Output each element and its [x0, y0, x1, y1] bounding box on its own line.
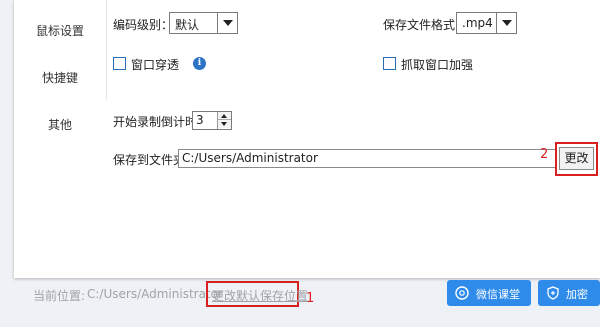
wechat-classroom-button[interactable]: 微信课堂 [447, 280, 531, 306]
annotation-number-2: 2 [540, 147, 549, 162]
capture-enhance-label: 抓取窗口加强 [401, 58, 474, 72]
encrypt-label: 加密 [566, 288, 588, 301]
stepper-controls[interactable] [217, 112, 231, 129]
chevron-down-icon[interactable] [218, 120, 231, 128]
chevron-up-icon[interactable] [218, 112, 231, 120]
chevron-down-icon[interactable] [217, 13, 237, 33]
capture-enhance-checkbox[interactable] [383, 57, 396, 70]
change-default-location-link[interactable]: 更改默认保存位置 [212, 287, 308, 304]
current-location-path: C:/Users/Administrator [87, 287, 223, 301]
divider [106, 0, 107, 100]
encoding-value: 默认 [175, 18, 200, 32]
wechat-icon [455, 286, 469, 300]
settings-panel: 鼠标设置 快捷键 其他 [14, 0, 600, 278]
chevron-down-icon[interactable] [496, 13, 516, 33]
shield-icon [547, 286, 559, 300]
current-location-label: 当前位置: [33, 289, 86, 303]
change-folder-button[interactable]: 更改 [559, 147, 594, 170]
encoding-select[interactable]: 默认 [169, 12, 238, 34]
info-icon[interactable]: i [193, 57, 206, 70]
folder-path-input[interactable]: C:/Users/Administrator [178, 149, 556, 168]
annotation-number-1: 1 [306, 291, 315, 306]
encoding-label: 编码级别： [113, 18, 174, 32]
countdown-stepper[interactable]: 3 [192, 111, 232, 130]
format-label: 保存文件格式： [383, 18, 468, 32]
sidebar-item-shortcuts[interactable]: 快捷键 [14, 69, 106, 86]
window-pass-checkbox[interactable] [113, 57, 126, 70]
format-select[interactable]: .mp4 [456, 12, 517, 34]
sidebar: 鼠标设置 快捷键 其他 [14, 0, 106, 278]
sidebar-item-other[interactable]: 其他 [14, 116, 106, 133]
encrypt-button[interactable]: 加密 [538, 280, 600, 306]
wechat-classroom-label: 微信课堂 [476, 288, 520, 301]
sidebar-item-mouse-settings[interactable]: 鼠标设置 [14, 22, 106, 39]
format-value: .mp4 [462, 16, 493, 30]
window-pass-label: 窗口穿透 [131, 58, 180, 72]
countdown-label: 开始录制倒计时: [113, 115, 202, 129]
countdown-value: 3 [196, 113, 204, 127]
